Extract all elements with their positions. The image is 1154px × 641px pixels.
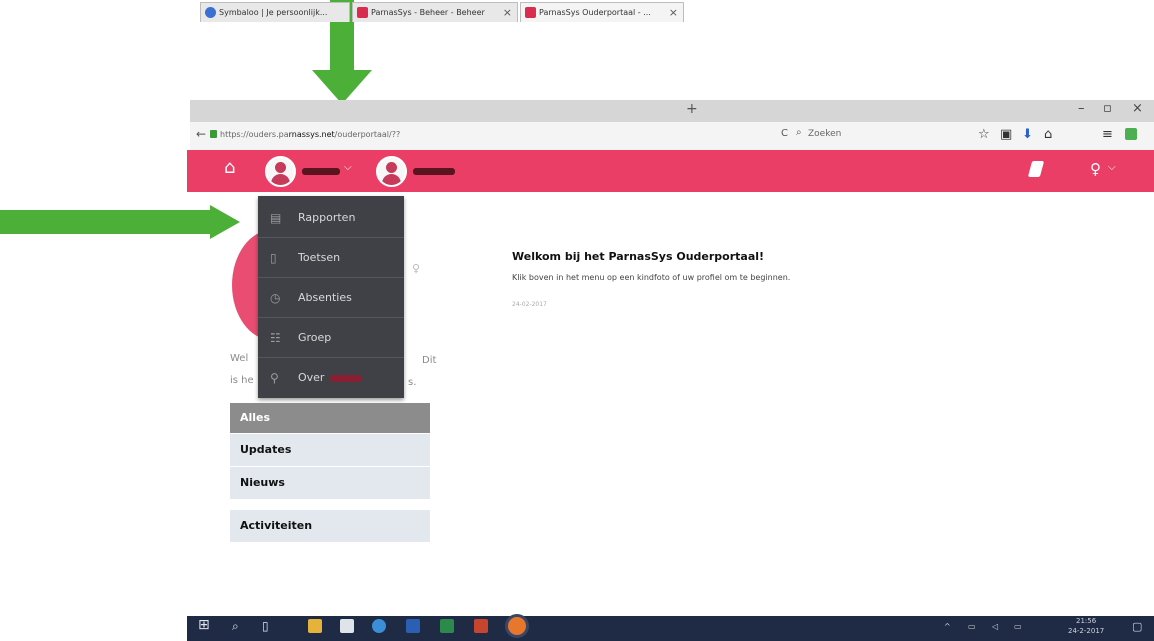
filter-alles[interactable]: Alles [230,403,430,433]
url-field[interactable]: https://ouders.parnassys.net/ouderportaa… [220,130,400,139]
chevron-down-icon[interactable]: ⌵ [1108,162,1116,173]
redacted-name-3 [330,375,362,382]
new-tab-button[interactable]: + [686,101,698,117]
maximize-button[interactable]: ▫ [1103,101,1112,116]
welcome-text: Klik boven in het menu op een kindfoto o… [512,273,791,282]
report-icon: ▤ [270,211,282,225]
child-dropdown-menu: ▤ Rapporten ▯ Toetsen ◷ Absenties ☷ Groe… [258,196,404,398]
test-icon: ▯ [270,251,277,265]
dropdown-item-toetsen[interactable]: ▯ Toetsen [258,238,404,278]
partial-text-line-2: is he [230,375,254,386]
clipboard-icon[interactable]: ▣ [1000,127,1012,142]
green-arrow-down-head [312,70,372,104]
bookmark-star-icon[interactable]: ☆ [978,127,990,142]
filter-updates[interactable]: Updates [230,434,430,466]
reload-icon[interactable]: C [781,128,788,139]
partial-text-line-3: Dit [422,355,437,366]
clock-icon: ◷ [270,291,281,305]
child-avatar-2[interactable] [376,156,407,187]
secure-lock-icon [210,130,217,138]
task-view-icon[interactable]: ▯ [262,619,269,633]
notifications-icon[interactable]: ▢ [1132,620,1142,633]
green-arrow-right-head [210,205,240,239]
extension-icon[interactable] [1125,128,1137,140]
home-icon[interactable]: ⌂ [1044,127,1052,142]
dropdown-item-groep[interactable]: ☷ Groep [258,318,404,358]
close-window-button[interactable]: × [1132,101,1143,116]
browser-tab-ouderportaal[interactable]: ParnasSys Ouderportaal - ... × [520,2,684,22]
search-input[interactable]: Zoeken [808,129,841,139]
clock-time: 21:56 [1076,617,1097,625]
tray-volume-icon[interactable]: ◁ [992,622,998,631]
download-icon[interactable]: ⬇ [1022,127,1033,142]
clock-date: 24-2-2017 [1068,627,1105,635]
filter-nieuws[interactable]: Nieuws [230,467,430,499]
tab-close-icon[interactable]: × [669,3,678,22]
tray-language-icon[interactable]: ▭ [1014,622,1022,631]
home-icon[interactable]: ⌂ [224,157,235,178]
symbaloo-favicon-icon [205,7,216,18]
green-arrow-right-shaft [0,210,212,234]
browser-tab-parnassys-beheer[interactable]: ParnasSys - Beheer - Beheer × [352,2,518,22]
browser-tab-symbaloo[interactable]: Symbaloo | Je persoonlijk... [200,2,350,22]
parnassys-favicon-icon [357,7,368,18]
dropdown-item-rapporten[interactable]: ▤ Rapporten [258,198,404,238]
word-icon[interactable] [406,619,420,633]
file-explorer-icon[interactable] [308,619,322,633]
store-icon[interactable] [340,619,354,633]
redacted-name-2 [413,168,455,175]
chevron-down-icon[interactable]: ⌵ [344,162,352,173]
windows-taskbar [187,616,1154,641]
group-icon: ☷ [270,331,281,345]
back-arrow-icon[interactable]: ← [196,127,206,141]
firefox-icon[interactable] [508,617,526,635]
tray-network-icon[interactable]: ▭ [968,622,976,631]
search-icon[interactable]: ⌕ [232,619,239,634]
person-icon: ⚲ [270,371,279,385]
welcome-title: Welkom bij het ParnasSys Ouderportaal! [512,250,765,263]
dropdown-item-over[interactable]: ⚲ Over [258,358,404,398]
dropdown-item-absenties[interactable]: ◷ Absenties [258,278,404,318]
windows-start-icon[interactable]: ⊞ [198,617,210,633]
child-avatar-1[interactable] [265,156,296,187]
menu-icon[interactable]: ≡ [1102,127,1113,142]
welcome-date: 24-02-2017 [512,301,547,308]
excel-icon[interactable] [440,619,454,633]
browser-tab-bar [190,100,1154,122]
partial-text-line-4: s. [408,377,417,388]
partial-text-line-1: Wel [230,353,249,364]
user-outline-icon: ♀ [412,262,421,275]
redacted-name-1 [302,168,340,175]
powerpoint-icon[interactable] [474,619,488,633]
tab-close-icon[interactable]: × [503,3,512,22]
search-icon: ⌕ [796,127,802,138]
user-icon[interactable]: ♀ [1090,160,1101,178]
tray-chevron-icon[interactable]: ^ [944,622,951,631]
parnassys-favicon-icon [525,7,536,18]
minimize-button[interactable]: – [1078,101,1085,116]
filter-activiteiten[interactable]: Activiteiten [230,510,430,542]
edge-icon[interactable] [372,619,386,633]
